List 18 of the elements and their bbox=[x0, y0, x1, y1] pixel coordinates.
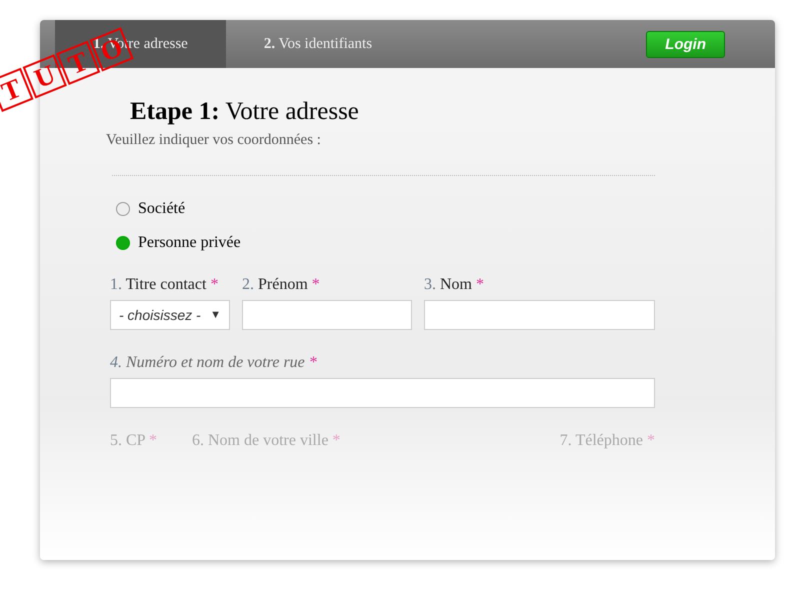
radio-button[interactable] bbox=[116, 202, 130, 216]
radio-label: Personne privée bbox=[138, 234, 241, 252]
title-select[interactable]: - choisissez - ▼ bbox=[110, 300, 230, 330]
input-field[interactable] bbox=[110, 378, 655, 408]
input-field[interactable] bbox=[242, 300, 412, 330]
field-label: 6. Nom de votre ville * bbox=[192, 432, 342, 450]
field-label: 3. Nom * bbox=[424, 276, 485, 294]
field-label: 1. Titre contact * bbox=[110, 276, 220, 294]
subtitle: Veuillez indiquer vos coordonnées : bbox=[106, 132, 322, 149]
input-field[interactable] bbox=[424, 300, 655, 330]
step-tab[interactable]: 2. Vos identifiants bbox=[226, 20, 410, 68]
radio-label: Société bbox=[138, 200, 186, 218]
radio-button[interactable] bbox=[116, 236, 130, 250]
field-label: 2. Prénom * bbox=[242, 276, 321, 294]
login-button[interactable]: Login bbox=[646, 30, 725, 58]
field-label: 5. CP * bbox=[110, 432, 158, 450]
field-label: 7. Téléphone * bbox=[560, 432, 655, 450]
field-label: 4. Numéro et nom de votre rue * bbox=[110, 354, 318, 372]
